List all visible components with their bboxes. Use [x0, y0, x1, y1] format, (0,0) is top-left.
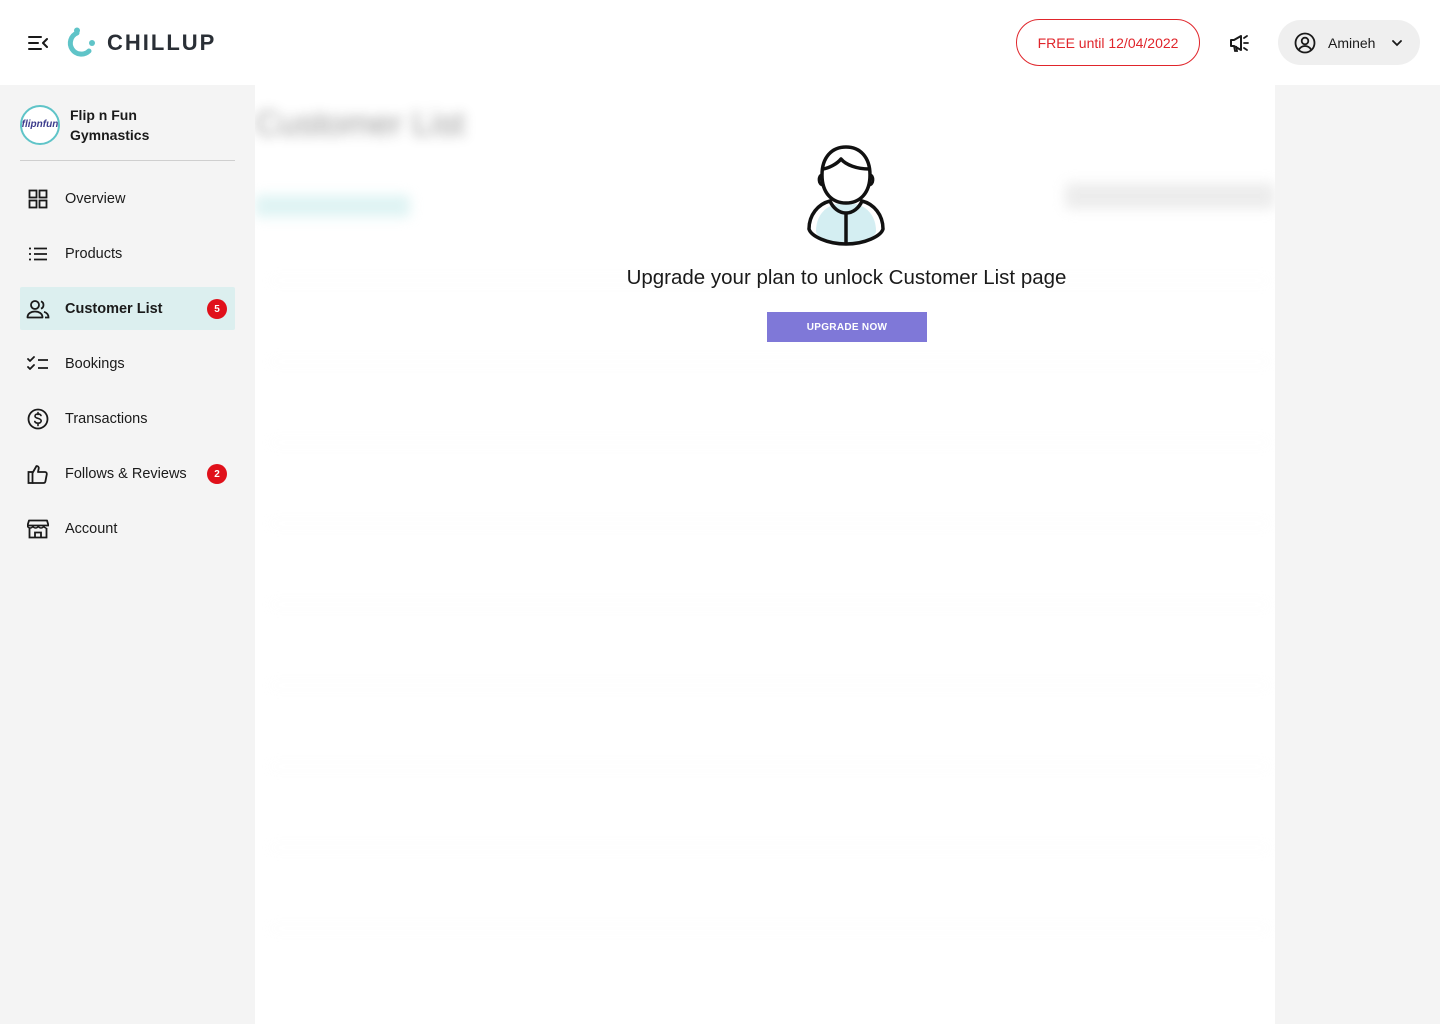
notification-badge: 2 [207, 464, 227, 484]
sidebar-item-products[interactable]: Products [20, 232, 235, 275]
sidebar-item-label: Overview [65, 190, 126, 207]
menu-collapse-icon[interactable] [26, 32, 50, 54]
sidebar-item-label: Follows & Reviews [65, 465, 187, 482]
upgrade-now-button[interactable]: UPGRADE NOW [767, 312, 927, 342]
chillup-logo-icon [67, 27, 95, 57]
dollar-circle-icon [26, 407, 50, 431]
sidebar-item-customer-list[interactable]: Customer List 5 [20, 287, 235, 330]
sidebar-item-label: Bookings [65, 355, 125, 372]
list-icon [26, 242, 50, 266]
upgrade-lock-overlay: Upgrade your plan to unlock Customer Lis… [255, 85, 1440, 385]
sidebar-item-bookings[interactable]: Bookings [20, 342, 235, 385]
user-name: Amineh [1328, 34, 1376, 51]
sidebar-item-label: Transactions [65, 410, 148, 427]
checklist-icon [26, 352, 50, 376]
grid-icon [26, 187, 50, 211]
store-icon [26, 517, 50, 541]
megaphone-icon[interactable] [1226, 30, 1254, 56]
chevron-down-icon [1392, 39, 1403, 46]
org-avatar: flipnfun [20, 104, 60, 145]
person-icon [807, 145, 885, 246]
sidebar-item-follows-reviews[interactable]: Follows & Reviews 2 [20, 452, 235, 495]
upgrade-message: Upgrade your plan to unlock Customer Lis… [626, 266, 1067, 289]
sidebar-nav: Overview Products Customer List 5 Bookin… [20, 177, 235, 562]
sidebar-item-label: Customer List [65, 300, 163, 317]
user-menu-button[interactable]: Amineh [1278, 20, 1420, 65]
notification-badge: 5 [207, 299, 227, 319]
table-divider [270, 604, 1270, 605]
sidebar-item-label: Products [65, 245, 123, 262]
table-divider [270, 928, 1270, 929]
table-divider [270, 766, 1270, 767]
plan-status-button[interactable]: FREE until 12/04/2022 [1016, 19, 1200, 66]
brand-logo[interactable]: CHILLUP [63, 27, 216, 59]
user-circle-icon [1294, 32, 1316, 53]
brand-name: CHILLUP [107, 30, 217, 55]
sidebar: flipnfun Flip n Fun Gymnastics Overview … [0, 85, 255, 1024]
sidebar-item-account[interactable]: Account [20, 507, 235, 550]
sidebar-item-overview[interactable]: Overview [20, 177, 235, 220]
table-divider [270, 442, 1270, 443]
sidebar-item-label: Account [65, 520, 118, 537]
organization-header[interactable]: flipnfun Flip n Fun Gymnastics [20, 104, 235, 161]
thumbs-up-icon [26, 462, 50, 486]
table-divider [270, 685, 1270, 686]
people-icon [26, 297, 50, 321]
org-name-line1: Flip n Fun [70, 106, 137, 123]
sidebar-item-transactions[interactable]: Transactions [20, 397, 235, 440]
org-avatar-text: flipnfun [21, 119, 59, 130]
table-divider [270, 523, 1270, 524]
table-divider [270, 847, 1270, 848]
top-header: CHILLUP FREE until 12/04/2022 Amineh [0, 0, 1440, 85]
org-name-line2: Gymnastics [70, 126, 150, 143]
